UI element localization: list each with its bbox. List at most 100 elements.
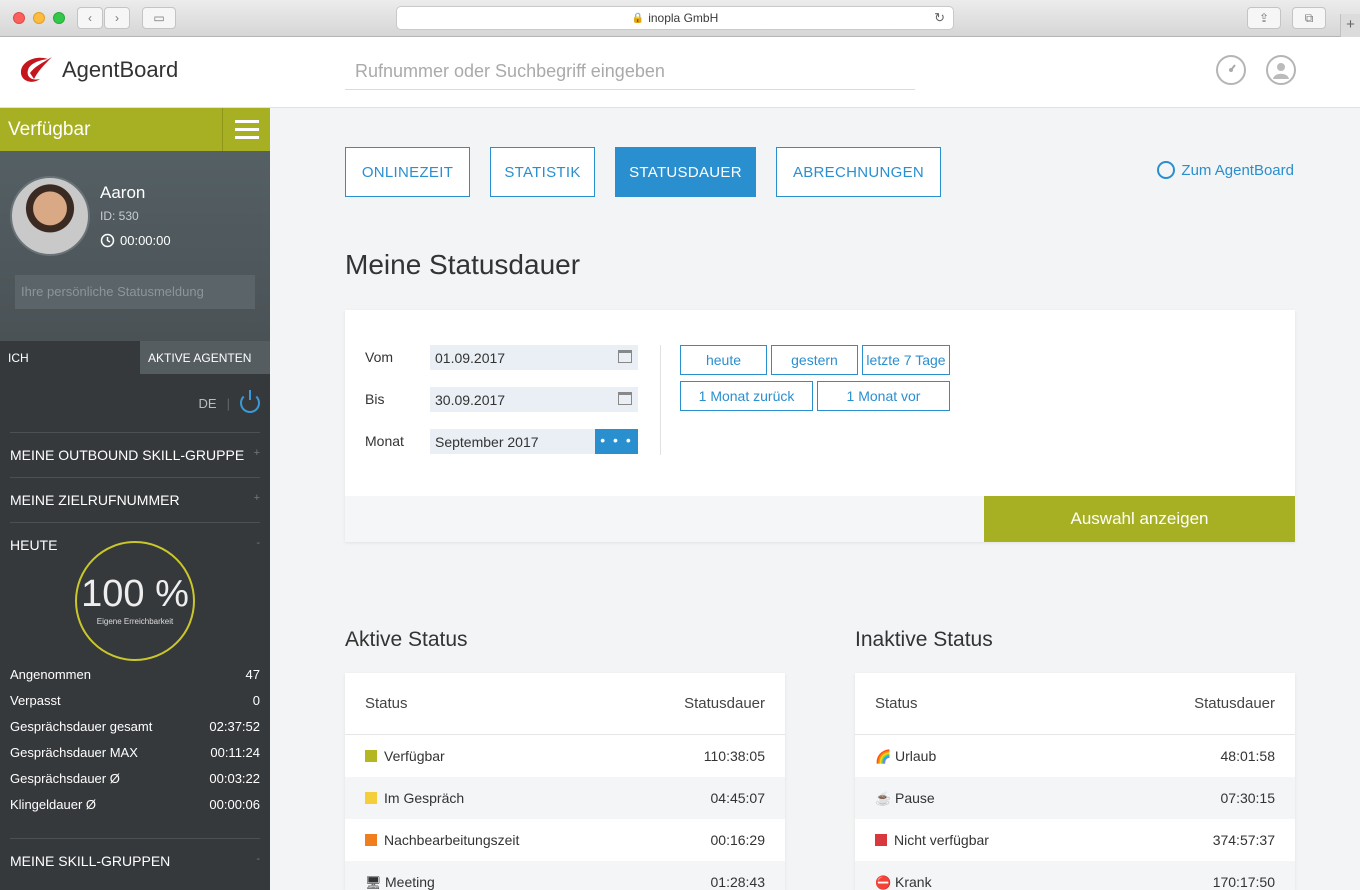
power-icon[interactable] <box>240 390 260 413</box>
table-body: 🌈 Urlaub 48:01:58 ☕ Pause 07:30:15 Nicht v… <box>855 735 1295 890</box>
status-message-input[interactable]: Ihre persönliche Statusmeldung <box>15 275 255 309</box>
calendar-icon[interactable] <box>618 392 632 405</box>
menu-icon[interactable] <box>222 108 270 151</box>
user-profile-icon[interactable] <box>1266 55 1296 85</box>
inactive-status-table: Status Statusdauer 🌈 Urlaub 48:01:58 ☕ Pau… <box>855 673 1295 890</box>
column-duration: Statusdauer <box>1194 695 1275 712</box>
quick-last7-button[interactable]: letzte 7 Tage <box>862 345 950 375</box>
to-date-input[interactable]: 30.09.2017 <box>430 387 638 412</box>
minimize-window-button[interactable] <box>33 12 45 24</box>
table-row: ⛔ Krank 170:17:50 <box>855 861 1295 890</box>
table-row: 🖥 Meeting 01:28:43 <box>345 861 785 890</box>
dashboard-icon[interactable] <box>1216 55 1246 85</box>
profile-card: Aaron ID: 530 00:00:00 <box>0 151 270 341</box>
tab-statusdauer[interactable]: STATUSDAUER <box>615 147 756 197</box>
timer-icon <box>100 233 115 248</box>
month-select[interactable]: September 2017 • • • <box>430 429 638 454</box>
section-target-number[interactable]: MEINE ZIELRUFNUMMER + <box>10 477 260 508</box>
quick-yesterday-button[interactable]: gestern <box>771 345 858 375</box>
stat-row: Gesprächsdauer MAX 00:11:24 <box>10 745 260 760</box>
table-header: Status Statusdauer <box>345 673 785 735</box>
dashboard-icon <box>1157 161 1176 179</box>
status-bar[interactable]: Verfügbar <box>0 108 270 151</box>
logo[interactable]: AgentBoard <box>18 55 178 85</box>
tabs-overview-icon[interactable]: ⧉ <box>1292 7 1326 29</box>
back-to-agentboard-link[interactable]: Zum AgentBoard <box>1157 161 1294 179</box>
month-value: September 2017 <box>435 434 539 450</box>
language-switch[interactable]: DE <box>199 396 217 411</box>
table-row: Im Gespräch 04:45:07 <box>345 777 785 819</box>
gauge-label: Eigene Erreichbarkeit <box>96 617 174 626</box>
user-name: Aaron <box>100 183 146 202</box>
table-row: Nachbearbeitungszeit 00:16:29 <box>345 819 785 861</box>
section-skill-groups[interactable]: MEINE SKILL-GRUPPEN - <box>10 838 260 869</box>
page-title: Meine Statusdauer <box>345 249 581 280</box>
gauge-value: 100 % <box>81 573 189 615</box>
section-skill-groups-label: MEINE SKILL-GRUPPEN <box>10 853 171 869</box>
table-header: Status Statusdauer <box>855 673 1295 735</box>
address-bar[interactable]: 🔒 inopla GmbH ↻ <box>396 6 954 30</box>
avatar <box>10 176 90 256</box>
from-date-input[interactable]: 01.09.2017 <box>430 345 638 370</box>
table-row: 🌈 Urlaub 48:01:58 <box>875 747 1275 765</box>
to-date-value: 30.09.2017 <box>435 392 506 408</box>
stat-row: Klingeldauer Ø 00:00:06 <box>10 797 260 812</box>
tab-ich[interactable]: ICH <box>0 341 140 374</box>
to-label: Bis <box>365 391 385 407</box>
section-outbound-skill-group[interactable]: MEINE OUTBOUND SKILL-GRUPPE + <box>10 432 260 463</box>
rainbow-icon: 🌈 <box>875 748 892 764</box>
status-color-swatch <box>875 834 887 846</box>
more-icon[interactable]: • • • <box>595 429 638 454</box>
sidebar: Verfügbar Aaron ID: 530 00:00:00 Ihre pe… <box>0 108 270 890</box>
active-status-title: Aktive Status <box>345 628 468 651</box>
active-status-table: Status Statusdauer Verfügbar 110:38:05 I… <box>345 673 785 890</box>
app-header: AgentBoard Rufnummer oder Suchbegriff ei… <box>0 37 1360 108</box>
expand-icon: + <box>253 492 260 504</box>
panel-footer: Auswahl anzeigen <box>345 496 1295 542</box>
stat-row: Verpasst 0 <box>10 693 260 708</box>
column-duration: Statusdauer <box>684 695 765 712</box>
user-id: ID: 530 <box>100 209 139 223</box>
browser-toolbar: ‹ › ▭ 🔒 inopla GmbH ↻ ⇪ ⧉ + <box>0 0 1360 37</box>
sidebar-toggle-icon[interactable]: ▭ <box>142 7 176 29</box>
column-status: Status <box>365 695 408 712</box>
table-row: ☕ Pause 07:30:15 <box>855 777 1295 819</box>
show-selection-button[interactable]: Auswahl anzeigen <box>984 496 1295 542</box>
close-window-button[interactable] <box>13 12 25 24</box>
expand-icon: + <box>253 447 260 459</box>
section-outbound-label: MEINE OUTBOUND SKILL-GRUPPE <box>10 447 245 463</box>
tab-abrechnungen[interactable]: ABRECHNUNGEN <box>776 147 941 197</box>
tab-aktive-agenten[interactable]: AKTIVE AGENTEN <box>140 341 270 374</box>
status-color-swatch <box>365 834 377 846</box>
status-color-swatch <box>365 792 377 804</box>
current-status[interactable]: Verfügbar <box>0 119 222 141</box>
collapse-icon: - <box>256 853 260 865</box>
quick-today-button[interactable]: heute <box>680 345 767 375</box>
stat-row: Gesprächsdauer gesamt 02:37:52 <box>10 719 260 734</box>
status-color-swatch <box>365 750 377 762</box>
calendar-icon[interactable] <box>618 350 632 363</box>
quick-month-back-button[interactable]: 1 Monat zurück <box>680 381 813 411</box>
reload-icon[interactable]: ↻ <box>934 10 945 26</box>
stat-row: Gesprächsdauer Ø 00:03:22 <box>10 771 260 786</box>
quick-month-forward-button[interactable]: 1 Monat vor <box>817 381 950 411</box>
share-icon[interactable]: ⇪ <box>1247 7 1281 29</box>
section-target-label: MEINE ZIELRUFNUMMER <box>10 492 180 508</box>
from-date-value: 01.09.2017 <box>435 350 506 366</box>
back-icon[interactable]: ‹ <box>77 7 103 29</box>
collapse-icon: - <box>256 537 260 549</box>
maximize-window-button[interactable] <box>53 12 65 24</box>
table-row: Nicht verfügbar 374:57:37 <box>855 819 1295 861</box>
month-label: Monat <box>365 433 404 449</box>
new-tab-icon[interactable]: + <box>1340 14 1360 37</box>
availability-gauge: 100 % Eigene Erreichbarkeit <box>75 541 195 661</box>
divider <box>660 345 661 455</box>
tab-statistik[interactable]: STATISTIK <box>490 147 595 197</box>
agentboard-logo-icon <box>20 57 52 82</box>
table-body: Verfügbar 110:38:05 Im Gespräch 04:45:07… <box>345 735 785 890</box>
search-input[interactable]: Rufnummer oder Suchbegriff eingeben <box>345 55 915 90</box>
forward-icon[interactable]: › <box>104 7 130 29</box>
from-label: Vom <box>365 349 394 365</box>
tab-onlinezeit[interactable]: ONLINEZEIT <box>345 147 470 197</box>
column-status: Status <box>875 695 918 712</box>
